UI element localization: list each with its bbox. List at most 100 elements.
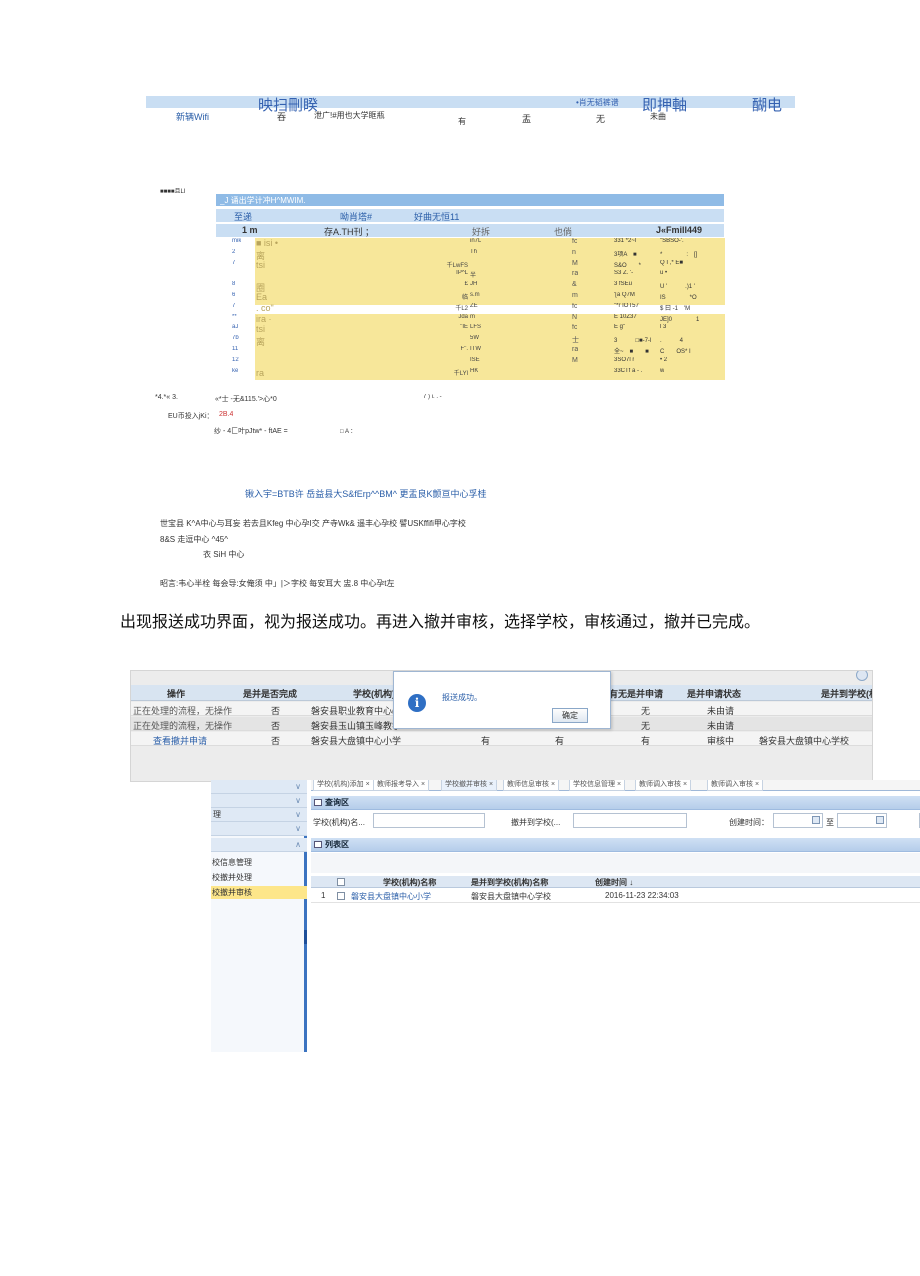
grid-cell: F". [460,346,468,352]
grid-cell: $ 曰 -1 'M [660,305,691,312]
school-name-link[interactable]: 磐安县大盘镇中心小学 [351,891,431,902]
table-row[interactable]: 1 磐安县大盘镇中心小学 磐安县大盘镇中心学校 2016-11-23 22:34… [311,889,920,903]
text-line: 锹入宇=BTB许 岳益县大S&fErp^^BM^ 更盂良K颤亘中心孚桂 [245,489,487,499]
grid-cell: HK [470,367,479,374]
row-cell: 未曲 [650,112,666,121]
row-cell: 有 [641,736,651,746]
sidebar-item-merge-review[interactable]: 校撤并审核 [211,886,307,899]
row-cell: 泄广!#用也大学眶瓶 [314,111,385,120]
text-line: 衣 SiH 中心 [203,550,245,559]
grid-cell: S&O * [614,262,642,269]
sidebar-section[interactable]: ∧ [211,838,307,852]
sidebar-section[interactable]: ∨ [211,780,307,794]
row-checkbox[interactable] [337,892,345,900]
column-header[interactable]: 是并到学校(机构)名称 [471,877,548,888]
column-header: 有无是并申请 [609,689,664,699]
splitter-handle[interactable] [304,930,307,944]
chevron-down-icon[interactable]: ∨ [295,808,301,821]
footer-text: EU币投入jKi： [168,413,214,420]
grid-footer-2: EU币投入jKi： 2B.4 [168,411,368,421]
grid-cell: "IE [460,324,468,331]
list-panel-header[interactable]: 列表区 [311,838,920,852]
grid-cell: 士 [572,337,579,345]
row-cell[interactable]: 新辆Wifi [176,110,209,123]
column-header: 操作 [167,689,186,699]
footer-text: 纱 - 4匚叶pJtw* - ftAE = [214,428,288,435]
start-date-input[interactable] [773,813,823,828]
tab-bar: 学校(机构)添加 × 教师报考导入 × 学校撤并审核 × 教师信息审核 × 学校… [311,780,920,791]
merge-status-grid: 操作 是并是否完成 学校(机构) 有无是并申请 是并申请状态 是并到学校(机 正… [130,670,873,782]
tab[interactable]: 教师信息审核 × [503,780,560,791]
panel-icon [314,799,322,806]
end-date-input[interactable] [837,813,887,828]
grid-cell: & [572,281,577,289]
sidebar-section[interactable]: 理 ∨ [211,808,307,822]
grid-cell: ITW [470,346,481,352]
text-line: 世宝县 K^A中心与耳妄 若去且Kfeg 中心孕I交 产寺Wk& 遥丰心孕校 譬… [160,519,466,528]
grid-cell: IP^L [456,270,468,277]
grid-cell: 千L2 [455,305,468,312]
chevron-down-icon[interactable]: ∨ [295,822,301,835]
panel-title: 查询区 [325,798,349,807]
grid-cell: 千LwFS [446,262,468,269]
row-cell: 无 [641,721,651,731]
tab[interactable]: 学校信息管理 × [569,780,626,791]
grid-cell: JH [470,281,478,288]
tab[interactable]: 教师调入审核 × [707,780,764,791]
tab[interactable]: 教师报考导入 × [373,780,430,791]
grid-cell: C OS* I [660,349,691,355]
chevron-down-icon[interactable]: ∨ [295,794,301,807]
yellow-col-a: ■ isi • 离 tsi 圈 Ea. co" ira · tsi 离 ra [256,238,376,382]
calendar-icon[interactable] [812,816,820,824]
tab[interactable]: 教师调入审核 × [635,780,692,791]
grid-cell: 11 [232,346,239,352]
grid-cell: JE]0 1 [660,316,700,323]
table-row[interactable]: 查看撤并申请 否 磐安县大盘镇中心小学 有 有 有 审核中 磐安县大盘镇中心学校 [131,732,872,747]
query-panel-header[interactable]: 查询区 [311,796,920,810]
chevron-up-icon[interactable]: ∧ [295,838,301,851]
grid-cell: 离 [256,337,266,348]
row-cell: 否 [271,706,281,716]
tab[interactable]: 学校(机构)添加 × [313,780,374,791]
calendar-icon[interactable] [876,816,884,824]
column-header: J«Fmill449 [656,225,703,235]
target-school-input[interactable] [573,813,687,828]
sidebar-section[interactable]: ∨ [211,794,307,808]
footer-text: *4.*« 3. [155,394,178,401]
panel-icon [314,841,322,848]
row-cell: 盂 [522,114,532,124]
sidebar-item-merge-process[interactable]: 校撤并处理 [211,871,307,884]
grid-cell: fc [572,302,578,310]
grid-cell: ■ isi • [256,238,279,248]
collapse-icon[interactable] [856,671,868,681]
filter-label: 学校(机构)名... [313,818,365,827]
text-line: 昭言:韦心半栓 每会导:女俺须 中」|＞字校 每安耳大 盅.8 中心孕t左 [160,579,395,588]
row-cell: 无 [641,706,651,716]
sidebar-item-school-info[interactable]: 校信息管理 [211,856,307,869]
tab-merge-review[interactable]: 学校撤并审核 × [441,780,498,791]
success-dialog: i 报送成功。 确定 [393,671,611,729]
row-cell: 审核中 [707,736,735,746]
header-label: •肖无韬裤谱 [576,98,619,107]
select-all-checkbox[interactable] [337,878,345,886]
body-paragraph: 出现报送成功界面，视为报送成功。再进入撤并审核，选择学校，审核通过，撤并已完成。 [120,609,820,634]
grid-footer-1: *4.*« 3. «*士 -无&115.'>心*0 7 ) i. . - [155,394,455,404]
grid-cell: "SBSO-'. [660,238,684,244]
sidebar-section[interactable]: ∨ [211,822,307,836]
grid-column-header: 1 m 存A.TH刊 ； 好拆 也倘 J«Fmill449 [216,224,724,237]
list-toolbar [311,853,920,873]
school-name-input[interactable] [373,813,485,828]
column-header: 是并是否完成 [243,689,298,699]
filter-label: 撤并到学校(... [511,818,561,827]
panel-title: 列表区 [325,840,349,849]
column-header[interactable]: 学校(机构)名称 [383,877,436,888]
column-header[interactable]: 创建时间 ↓ [595,877,633,888]
grid-cell: 千LYl [453,370,468,377]
view-merge-link[interactable]: 查看撤并申请 [153,734,207,747]
grid-header: 学校(机构)名称 是并到学校(机构)名称 创建时间 ↓ [311,876,920,888]
chevron-down-icon[interactable]: ∨ [295,780,301,793]
ok-button[interactable]: 确定 [552,708,588,723]
row-cell: 未由请 [707,706,735,716]
subheader-label: 好曲无恒11 [414,212,460,222]
grid-cell: 6 [232,292,236,298]
